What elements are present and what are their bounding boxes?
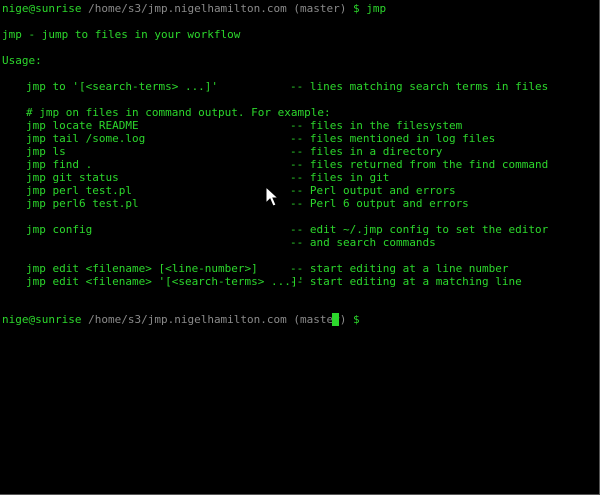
usage-desc: -- files in the filesystem [290, 119, 463, 132]
usage-desc: -- start editing at a line number [290, 262, 509, 275]
usage-desc: -- Perl output and errors [290, 184, 456, 197]
usage-cmd: jmp perl test.pl [26, 184, 132, 197]
usage-comment: # jmp on files in command output. For ex… [26, 106, 331, 119]
usage-cmd: jmp tail /some.log [26, 132, 146, 145]
prompt-path: /home/s3/jmp.nigelhamilton.com [88, 313, 287, 326]
prompt-line-1: nige@sunrise /home/s3/jmp.nigelhamilton.… [2, 2, 386, 15]
usage-cmd: jmp edit <filename> '[<search-terms> ...… [26, 275, 305, 288]
usage-desc: -- lines matching search terms in files [290, 80, 549, 93]
usage-cmd: jmp config [26, 223, 93, 236]
usage-cmd: jmp locate README [26, 119, 139, 132]
usage-cmd: jmp edit <filename> [<line-number>] [26, 262, 258, 275]
prompt-user-host: nige@sunrise [2, 313, 82, 326]
usage-label: Usage: [2, 54, 42, 67]
usage-desc: -- files in a directory [290, 145, 443, 158]
entered-command: jmp [366, 2, 387, 15]
usage-desc: -- files in git [290, 171, 390, 184]
usage-desc: -- Perl 6 output and errors [290, 197, 469, 210]
prompt-line-2[interactable]: nige@sunrise /home/s3/jmp.nigelhamilton.… [2, 313, 360, 326]
prompt-branch: (master) [293, 2, 347, 15]
usage-cmd: jmp git status [26, 171, 119, 184]
usage-desc: -- edit ~/.jmp config to set the editor [290, 223, 549, 236]
usage-cmd: jmp perl6 test.pl [26, 197, 139, 210]
prompt-dollar: $ [353, 2, 360, 15]
terminal-window[interactable]: nige@sunrise /home/s3/jmp.nigelhamilton.… [0, 0, 600, 495]
usage-cmd: jmp ls [26, 145, 66, 158]
usage-cmd: jmp to '[<search-terms> ...]' [26, 80, 219, 93]
mouse-pointer-icon [265, 186, 280, 207]
prompt-user-host: nige@sunrise [2, 2, 82, 15]
usage-desc: -- files mentioned in log files [290, 132, 496, 145]
block-cursor [332, 313, 339, 326]
usage-desc: -- start editing at a matching line [290, 275, 522, 288]
help-title: jmp - jump to files in your workflow [2, 28, 241, 41]
usage-desc: -- files returned from the find command [290, 158, 549, 171]
usage-desc: -- and search commands [290, 236, 436, 249]
prompt-path: /home/s3/jmp.nigelhamilton.com [88, 2, 287, 15]
prompt-dollar: $ [353, 313, 360, 326]
usage-cmd: jmp find . [26, 158, 93, 171]
